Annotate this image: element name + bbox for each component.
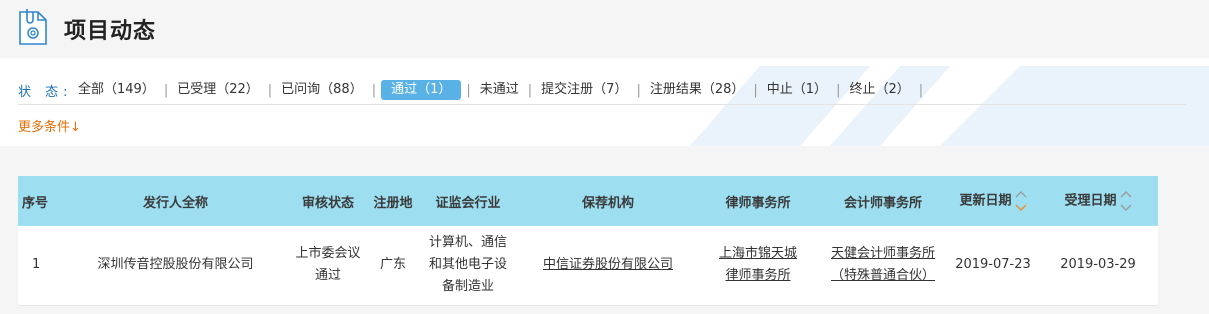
status-line: 通过 — [314, 268, 341, 284]
status-filter-row: 状 态: 全部（149） | 已受理（22） | 已问询（88） | 通过（1）… — [18, 79, 928, 101]
accountant-link[interactable]: 天健会计师事务所 — [831, 246, 935, 261]
filter-divider — [18, 104, 1186, 105]
cell-sponsor: 中信证券股份有限公司 — [518, 226, 698, 305]
column-header-sponsor: 保荐机构 — [581, 195, 634, 211]
project-table: 序号 发行人全称 审核状态 注册地 证监会行业 保荐机构 律师事务所 会计师事务… — [18, 176, 1158, 306]
filter-separator: | — [371, 82, 377, 98]
table-row: 1 深圳传音控股股份有限公司 上市委会议 通过 广东 计算机、通信 和其他电子设… — [18, 226, 1158, 305]
sort-updated-icon[interactable] — [1015, 189, 1027, 213]
column-header-law-firm: 律师事务所 — [725, 195, 791, 211]
column-header-index: 序号 — [22, 195, 49, 211]
cell-law-firm: 上海市锦天城 律师事务所 — [698, 226, 818, 305]
filter-terminated[interactable]: 终止（2） — [845, 80, 913, 100]
table-header-row: 序号 发行人全称 审核状态 注册地 证监会行业 保荐机构 律师事务所 会计师事务… — [18, 176, 1158, 226]
cell-status: 上市委会议 通过 — [288, 226, 368, 305]
more-conditions-link[interactable]: 更多条件↓ — [18, 116, 81, 135]
cell-accountant: 天健会计师事务所 （特殊普通合伙） — [818, 226, 948, 305]
industry-line: 和其他电子设 — [428, 257, 507, 273]
sort-accepted-icon[interactable] — [1120, 189, 1132, 213]
cell-index: 1 — [32, 257, 41, 273]
cell-accepted-date: 2019-03-29 — [1060, 257, 1136, 273]
law-firm-link[interactable]: 律师事务所 — [725, 268, 790, 283]
accepted-date-label: 受理日期 — [1064, 193, 1117, 209]
status-filter-label: 状 态: — [18, 84, 73, 100]
column-header-status: 审核状态 — [301, 195, 354, 211]
column-header-industry: 证监会行业 — [435, 195, 501, 211]
industry-line: 备制造业 — [441, 279, 494, 295]
filter-inquired[interactable]: 已问询（88） — [277, 80, 367, 100]
accountant-link[interactable]: （特殊普通合伙） — [831, 268, 935, 283]
page-title: 项目动态 — [64, 19, 157, 44]
filter-separator: | — [836, 82, 841, 98]
column-header-accountant: 会计师事务所 — [843, 195, 922, 211]
document-attachment-icon — [19, 9, 47, 45]
filter-separator: | — [753, 82, 758, 98]
filter-separator: | — [163, 82, 169, 98]
filter-separator: | — [466, 82, 471, 98]
filter-separator: | — [636, 82, 641, 98]
filter-submitted-registration[interactable]: 提交注册（7） — [537, 80, 631, 100]
background-stripes-decoration — [690, 66, 1209, 146]
column-header-updated[interactable]: 更新日期 — [948, 176, 1038, 226]
filter-suspended[interactable]: 中止（1） — [763, 80, 831, 100]
industry-line: 计算机、通信 — [428, 235, 507, 251]
filter-rejected[interactable]: 未通过 — [476, 80, 523, 100]
cell-region: 广东 — [379, 257, 406, 273]
column-header-issuer: 发行人全称 — [142, 195, 208, 211]
page-header: 项目动态 — [0, 0, 1209, 58]
updated-date-label: 更新日期 — [959, 193, 1012, 209]
column-header-region: 注册地 — [373, 195, 413, 211]
filter-panel: 状 态: 全部（149） | 已受理（22） | 已问询（88） | 通过（1）… — [0, 58, 1209, 146]
cell-updated-date: 2019-07-23 — [955, 257, 1031, 273]
filter-accepted[interactable]: 已受理（22） — [173, 80, 263, 100]
filter-separator: | — [527, 82, 533, 98]
filter-registration-result[interactable]: 注册结果（28） — [646, 80, 749, 100]
filter-separator: | — [267, 82, 273, 98]
law-firm-link[interactable]: 上海市锦天城 — [719, 246, 797, 261]
column-header-accepted[interactable]: 受理日期 — [1038, 176, 1158, 226]
sponsor-link[interactable]: 中信证券股份有限公司 — [543, 257, 673, 272]
filter-all[interactable]: 全部（149） — [74, 80, 159, 100]
cell-industry: 计算机、通信 和其他电子设 备制造业 — [418, 226, 518, 305]
filter-approved[interactable]: 通过（1） — [381, 80, 462, 100]
cell-issuer: 深圳传音控股股份有限公司 — [97, 257, 254, 273]
filter-separator: | — [918, 82, 924, 98]
status-line: 上市委会议 — [295, 246, 361, 262]
